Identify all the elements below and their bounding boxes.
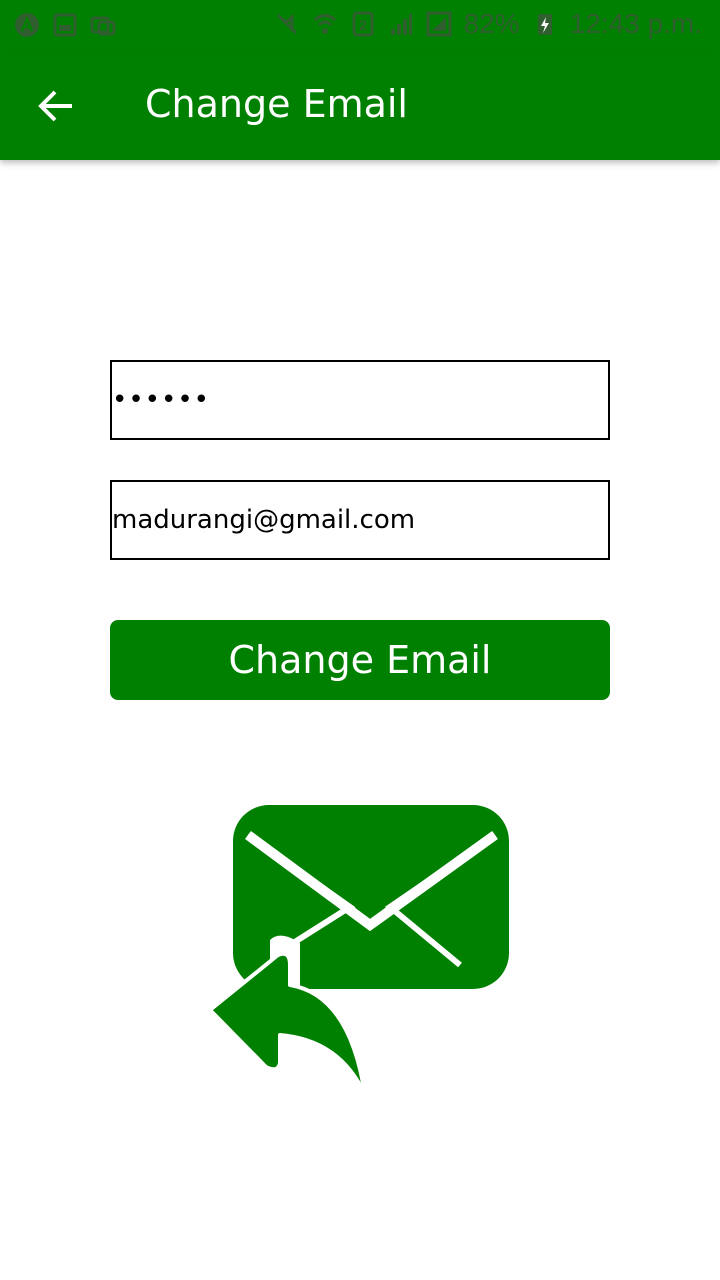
status-left-icons — [14, 12, 116, 38]
back-button[interactable] — [30, 84, 82, 128]
signal-icon — [390, 14, 412, 35]
change-email-button[interactable]: Change Email — [110, 620, 610, 700]
svg-text:2: 2 — [359, 17, 367, 33]
email-reply-icon — [208, 805, 509, 1097]
battery-charging-icon — [537, 14, 552, 35]
battery-percent: 82% — [463, 8, 520, 39]
arrow-back-icon — [38, 90, 72, 122]
status-bar: 2 82% 12:43 p.m. — [0, 0, 720, 52]
password-field[interactable] — [110, 360, 610, 440]
gallery-notification-icon — [90, 16, 116, 36]
status-time: 12:43 p.m. — [569, 8, 702, 39]
email-field[interactable] — [110, 480, 610, 560]
sim-2-icon: 2 — [352, 11, 374, 37]
status-right-icons: 2 82% 12:43 p.m. — [274, 8, 702, 40]
app-bar: Change Email — [0, 52, 720, 160]
mute-icon — [276, 13, 297, 35]
app-notification-icon — [15, 13, 39, 37]
image-notification-icon — [53, 13, 77, 37]
wifi-icon — [313, 14, 336, 34]
change-email-screen: 2 82% 12:43 p.m. Change Email •••••• mad… — [0, 0, 720, 1280]
page-title: Change Email — [145, 82, 408, 126]
signal-box-icon — [426, 11, 452, 37]
